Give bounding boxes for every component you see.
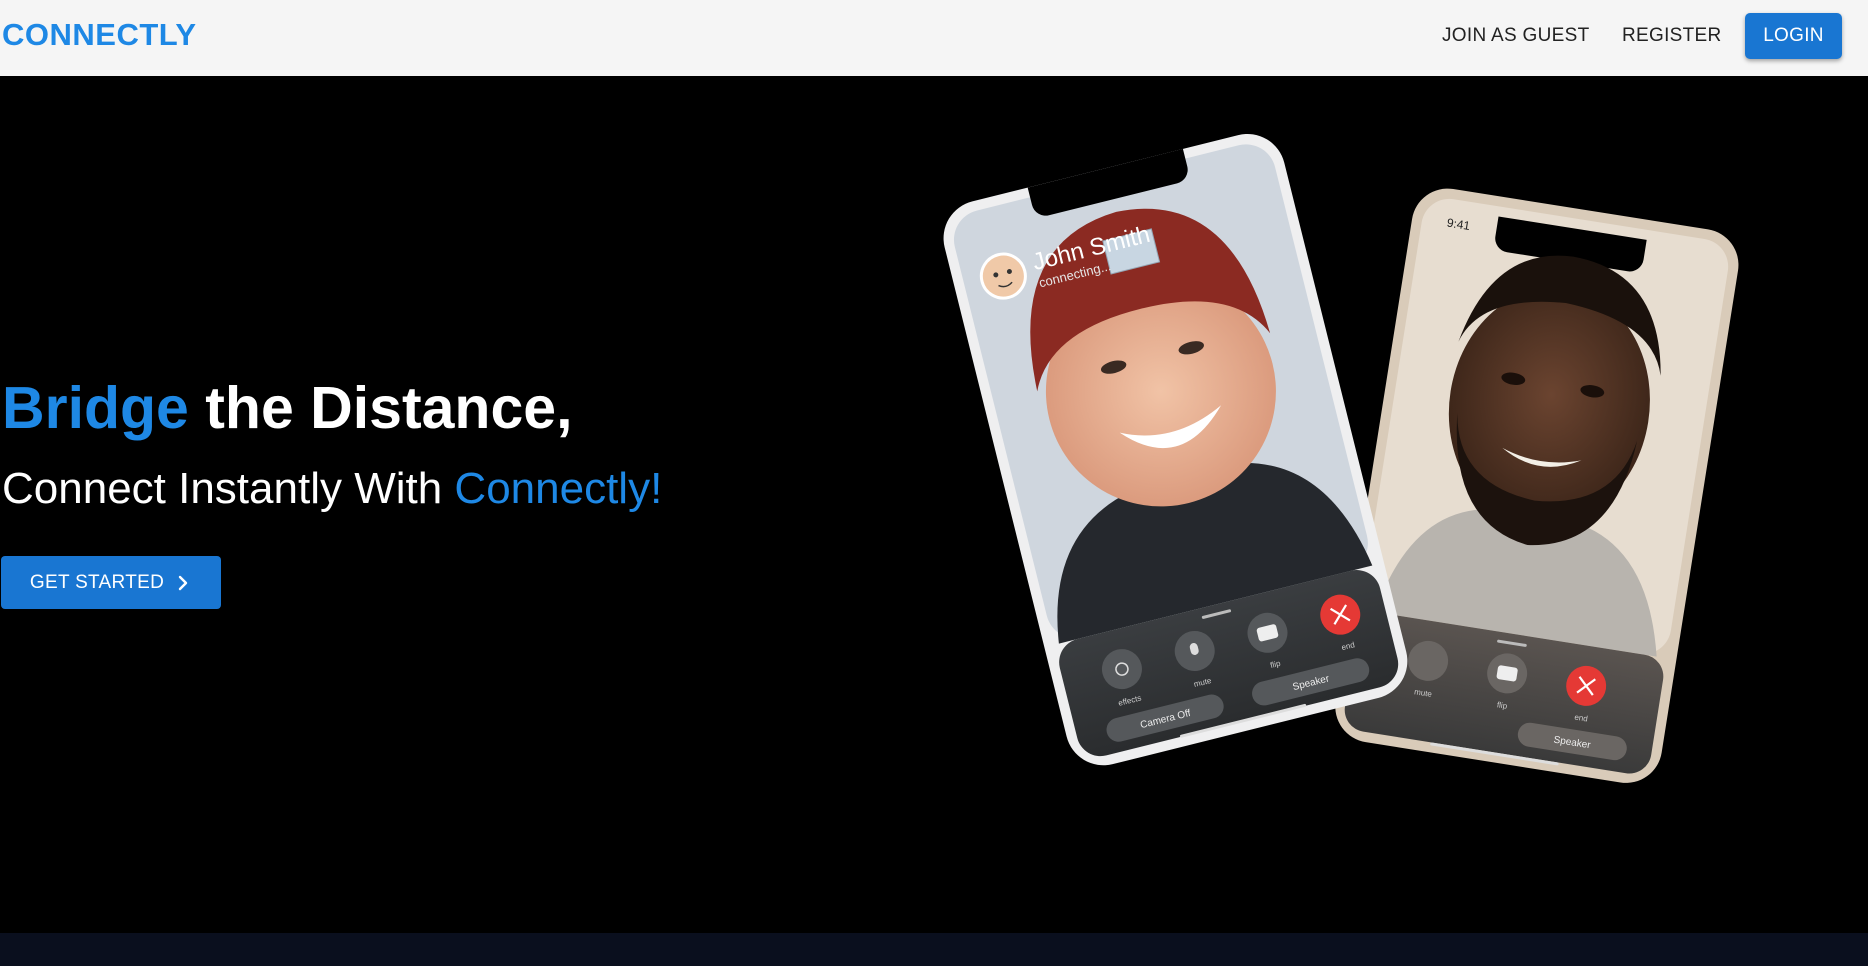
hero-subheading-prefix: Connect Instantly With (2, 464, 455, 513)
get-started-button[interactable]: GET STARTED (1, 556, 221, 609)
back-phone: 9:41 mute flip end Speaker (1335, 188, 1739, 783)
login-button[interactable]: LOGIN (1745, 13, 1842, 59)
brand-logo[interactable]: CONNECTLY (2, 17, 197, 53)
svg-text:flip: flip (1496, 700, 1508, 711)
hero-heading-rest: the Distance, (188, 375, 573, 441)
chevron-right-icon (178, 575, 188, 590)
hero-heading-accent: Bridge (2, 375, 189, 441)
hero-subheading: Connect Instantly With Connectly! (2, 464, 662, 514)
hero-heading: Bridge the Distance, (2, 374, 572, 442)
navbar: CONNECTLY JOIN AS GUEST REGISTER LOGIN (0, 0, 1868, 76)
register-link[interactable]: REGISTER (1622, 25, 1722, 47)
get-started-label: GET STARTED (29, 571, 165, 593)
join-as-guest-link[interactable]: JOIN AS GUEST (1442, 25, 1590, 47)
hero-subheading-accent: Connectly! (454, 464, 663, 513)
front-phone: John Smith connecting... effects mute fl… (943, 133, 1408, 766)
phones-illustration: 9:41 mute flip end Speaker John Smith co… (943, 133, 1739, 783)
footer-band (0, 933, 1868, 966)
